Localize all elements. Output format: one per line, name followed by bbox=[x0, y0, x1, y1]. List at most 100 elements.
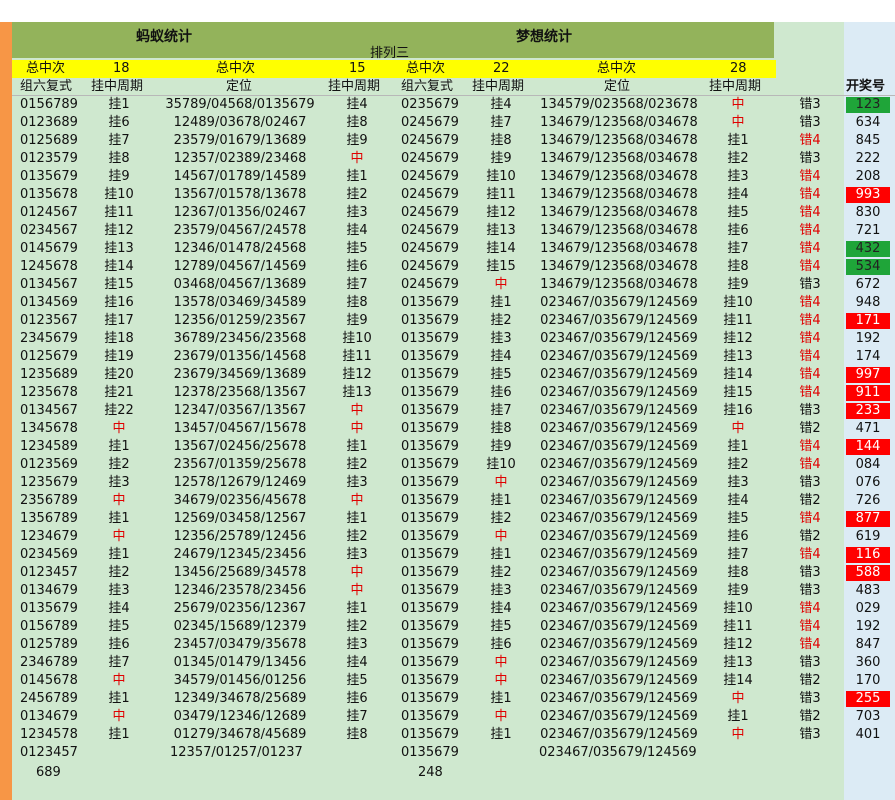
cell-error-count: 错3 bbox=[799, 475, 821, 490]
cell-cycle-c: 挂1 bbox=[490, 493, 512, 508]
cell-draw-number: 401 bbox=[855, 727, 881, 742]
cell-group6-b: 0135679 bbox=[401, 511, 459, 526]
cell-position-b: 134679/123568/034678 bbox=[540, 223, 698, 238]
cell-cycle-a: 挂11 bbox=[104, 205, 134, 220]
cell-position-b: 134679/123568/034678 bbox=[540, 115, 698, 130]
cell-cycle-c: 挂15 bbox=[486, 259, 516, 274]
cell-draw-number: 360 bbox=[855, 655, 881, 670]
cell-group6-a: 1235679 bbox=[20, 475, 78, 490]
cell-cycle-c: 挂10 bbox=[486, 457, 516, 472]
cell-cycle-a: 挂22 bbox=[104, 403, 134, 418]
cell-cycle-d: 挂3 bbox=[727, 169, 749, 184]
cell-draw-number: 619 bbox=[855, 529, 881, 544]
cell-position-a: 03479/12346/12689 bbox=[173, 709, 307, 724]
col-header-cycle-d: 挂中周期 bbox=[709, 79, 762, 94]
cell-group6-a: 1356789 bbox=[20, 511, 78, 526]
cell-cycle-d: 挂7 bbox=[727, 241, 749, 256]
cell-cycle-d: 中 bbox=[731, 115, 745, 130]
cell-group6-a: 1234589 bbox=[20, 439, 78, 454]
cell-position-b: 023467/035679/124569 bbox=[540, 583, 698, 598]
cell-position-a: 24679/12345/23456 bbox=[173, 547, 307, 562]
cell-cycle-b: 挂8 bbox=[346, 295, 368, 310]
cell-cycle-a: 挂6 bbox=[108, 115, 130, 130]
cell-cycle-a: 挂9 bbox=[108, 169, 130, 184]
cell-group6-b: 0135679 bbox=[401, 583, 459, 598]
cell-group6-a: 0123567 bbox=[20, 313, 78, 328]
cell-error-count: 错4 bbox=[799, 547, 821, 562]
cell-group6-b: 0135679 bbox=[401, 421, 459, 436]
col-header-cycle-b: 挂中周期 bbox=[328, 79, 381, 94]
cell-draw-number: 847 bbox=[855, 637, 881, 652]
cell-error-count: 错2 bbox=[799, 493, 821, 508]
cell-cycle-a: 挂1 bbox=[108, 97, 130, 112]
cell-group6-b: 0135679 bbox=[401, 439, 459, 454]
cell-cycle-c: 挂7 bbox=[490, 115, 512, 130]
cell-group6-a: 0135678 bbox=[20, 187, 78, 202]
cell-cycle-b: 挂3 bbox=[346, 637, 368, 652]
cell-cycle-b: 挂7 bbox=[346, 277, 368, 292]
cell-group6-b: 0245679 bbox=[401, 205, 459, 220]
cell-group6-b: 0235679 bbox=[401, 97, 459, 112]
cell-cycle-c: 挂1 bbox=[490, 727, 512, 742]
lottery-type-label: 排列三 bbox=[370, 46, 410, 61]
cell-position-a: 35789/04568/0135679 bbox=[165, 97, 315, 112]
cell-draw-number: 144 bbox=[846, 439, 890, 455]
cell-cycle-a: 挂2 bbox=[108, 565, 130, 580]
cell-position-b: 023467/035679/124569 bbox=[540, 511, 698, 526]
cell-error-count: 错2 bbox=[799, 529, 821, 544]
cell-error-count: 错3 bbox=[799, 115, 821, 130]
cell-group6-a: 2356789 bbox=[20, 493, 78, 508]
cell-group6-b: 0245679 bbox=[401, 133, 459, 148]
cell-cycle-c: 挂1 bbox=[490, 547, 512, 562]
summary-label-1: 总中次 bbox=[26, 61, 66, 76]
cell-cycle-c: 挂8 bbox=[490, 421, 512, 436]
cell-position-a: 12346/01478/24568 bbox=[173, 241, 307, 256]
cell-position-a: 01279/34678/45689 bbox=[173, 727, 307, 742]
cell-position-b: 134679/123568/034678 bbox=[540, 241, 698, 256]
cell-group6-b: 0135679 bbox=[401, 727, 459, 742]
cell-position-b: 023467/035679/124569 bbox=[540, 673, 698, 688]
cell-group6-b: 0245679 bbox=[401, 115, 459, 130]
cell-cycle-b: 挂4 bbox=[346, 655, 368, 670]
cell-error-count: 错4 bbox=[799, 313, 821, 328]
cell-group6-a: 0123579 bbox=[20, 151, 78, 166]
cell-draw-number: 845 bbox=[855, 133, 881, 148]
cell-cycle-b: 挂2 bbox=[346, 187, 368, 202]
cell-cycle-b: 中 bbox=[350, 151, 364, 166]
cell-cycle-b: 挂3 bbox=[346, 205, 368, 220]
cell-cycle-a: 挂1 bbox=[108, 439, 130, 454]
cell-cycle-b: 中 bbox=[350, 565, 364, 580]
cell-group6-a: 0134679 bbox=[20, 709, 78, 724]
cell-error-count: 错3 bbox=[799, 727, 821, 742]
cell-cycle-a: 挂1 bbox=[108, 547, 130, 562]
cell-group6-b: 0245679 bbox=[401, 223, 459, 238]
cell-cycle-a: 中 bbox=[112, 709, 126, 724]
cell-cycle-a: 挂21 bbox=[104, 385, 134, 400]
cell-group6-b: 0135679 bbox=[401, 475, 459, 490]
footer-position-b: 023467/035679/124569 bbox=[539, 745, 697, 760]
cell-error-count: 错3 bbox=[799, 151, 821, 166]
cell-cycle-b: 挂1 bbox=[346, 511, 368, 526]
cell-cycle-c: 挂11 bbox=[486, 187, 516, 202]
cell-draw-number: 171 bbox=[846, 313, 890, 329]
cell-position-b: 134679/123568/034678 bbox=[540, 151, 698, 166]
footer-group6-b-extra: 248 bbox=[418, 765, 443, 780]
cell-position-b: 134679/123568/034678 bbox=[540, 259, 698, 274]
cell-cycle-d: 挂7 bbox=[727, 547, 749, 562]
cell-cycle-b: 挂3 bbox=[346, 547, 368, 562]
cell-position-b: 023467/035679/124569 bbox=[540, 529, 698, 544]
cell-error-count: 错4 bbox=[799, 601, 821, 616]
cell-position-a: 12378/23568/13567 bbox=[173, 385, 307, 400]
cell-draw-number: 123 bbox=[846, 97, 890, 113]
cell-group6-a: 0156789 bbox=[20, 97, 78, 112]
cell-error-count: 错4 bbox=[799, 331, 821, 346]
cell-position-b: 023467/035679/124569 bbox=[540, 295, 698, 310]
cell-cycle-c: 挂13 bbox=[486, 223, 516, 238]
cell-draw-number: 588 bbox=[846, 565, 890, 581]
col-header-group6-b: 组六复式 bbox=[401, 79, 454, 94]
cell-error-count: 错4 bbox=[799, 511, 821, 526]
cell-group6-a: 0145679 bbox=[20, 241, 78, 256]
cell-position-b: 023467/035679/124569 bbox=[540, 313, 698, 328]
cell-group6-a: 0156789 bbox=[20, 619, 78, 634]
cell-cycle-b: 挂3 bbox=[346, 475, 368, 490]
